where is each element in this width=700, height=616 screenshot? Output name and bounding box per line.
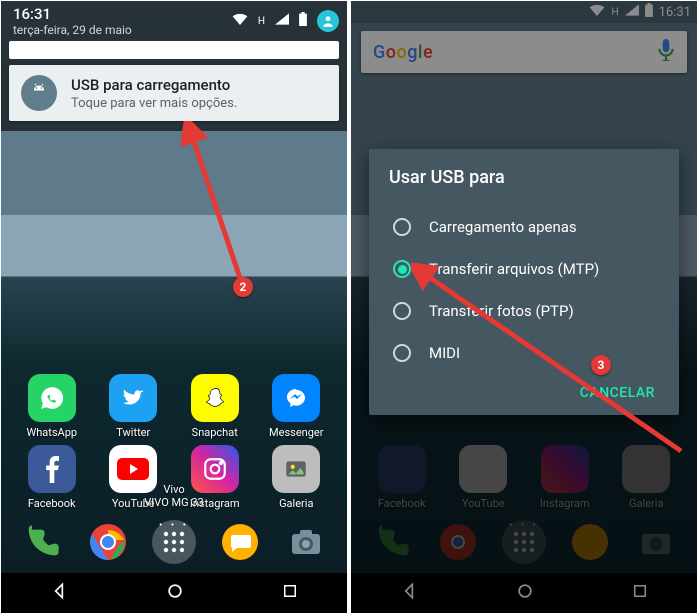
shade-status-icons: H xyxy=(232,10,339,32)
usb-notification[interactable]: USB para carregamento Toque para ver mai… xyxy=(9,65,339,121)
app-row-1: WhatsApp Twitter Snapchat Messenger xyxy=(11,374,337,439)
annotation-badge-2: 2 xyxy=(233,277,253,297)
battery-icon xyxy=(299,12,307,30)
option-ptp[interactable]: Transferir fotos (PTP) xyxy=(389,290,659,332)
option-midi[interactable]: MIDI xyxy=(389,332,659,374)
nav-back-button[interactable] xyxy=(49,581,69,605)
app-twitter[interactable]: Twitter xyxy=(101,374,165,439)
option-charging-only[interactable]: Carregamento apenas xyxy=(389,206,659,248)
signal-icon xyxy=(275,13,289,29)
dock-sms[interactable] xyxy=(216,518,264,566)
usb-dialog: Usar USB para Carregamento apenas Transf… xyxy=(369,149,679,415)
android-icon xyxy=(21,75,57,111)
dock-chrome[interactable] xyxy=(84,518,132,566)
profile-avatar-icon[interactable] xyxy=(317,10,339,32)
dock-camera[interactable] xyxy=(282,518,330,566)
h-indicator: H xyxy=(258,16,265,27)
dock-phone[interactable] xyxy=(18,518,66,566)
notification-text: USB para carregamento Toque para ver mai… xyxy=(71,76,237,111)
radio-icon-selected xyxy=(393,260,411,278)
option-mtp[interactable]: Transferir arquivos (MTP) xyxy=(389,248,659,290)
nav-recents-button[interactable] xyxy=(281,582,299,604)
shade-header: 16:31 terça-feira, 29 de maio H xyxy=(9,1,339,41)
phone-right: H 16:31 Google Facebook YouTube Instagra… xyxy=(350,0,698,614)
radio-icon xyxy=(393,302,411,320)
cancel-button[interactable]: CANCELAR xyxy=(580,385,655,401)
notification-subtitle: Toque para ver mais opções. xyxy=(71,96,237,111)
dock xyxy=(1,511,347,573)
notification-title: USB para carregamento xyxy=(71,76,237,94)
dock-apps[interactable] xyxy=(150,518,198,566)
annotation-arrow-2 xyxy=(181,121,261,291)
nav-home-button[interactable] xyxy=(165,581,185,605)
app-whatsapp[interactable]: WhatsApp xyxy=(20,374,84,439)
carrier-label: Vivo VIVO MG 33 xyxy=(1,483,347,509)
shade-time: 16:31 xyxy=(13,5,132,23)
notification-shade: 16:31 terça-feira, 29 de maio H xyxy=(1,1,347,131)
phone-left: 16:31 terça-feira, 29 de maio H xyxy=(0,0,348,614)
dialog-title: Usar USB para xyxy=(389,167,659,188)
radio-icon xyxy=(393,218,411,236)
shade-date: terça-feira, 29 de maio xyxy=(13,23,132,37)
radio-icon xyxy=(393,344,411,362)
navigation-bar xyxy=(1,573,347,613)
wifi-icon xyxy=(232,13,248,29)
search-bar-peek xyxy=(9,41,339,59)
app-messenger[interactable]: Messenger xyxy=(264,374,328,439)
app-snapchat[interactable]: Snapchat xyxy=(183,374,247,439)
shade-time-date: 16:31 terça-feira, 29 de maio xyxy=(13,5,132,37)
